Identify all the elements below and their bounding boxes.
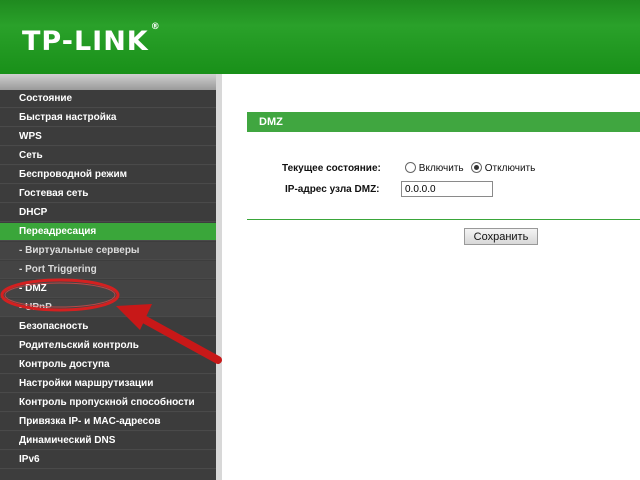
sidebar-item-ipv6[interactable]: IPv6 [0,451,220,469]
enable-radio[interactable] [405,162,416,173]
sidebar-item-status[interactable]: Состояние [0,90,220,108]
sidebar-item-guest-network[interactable]: Гостевая сеть [0,185,220,203]
sidebar-item-security[interactable]: Безопасность [0,318,220,336]
sidebar-item-wps[interactable]: WPS [0,128,220,146]
sidebar-item-ddns[interactable]: Динамический DNS [0,432,220,450]
dmz-ip-label: IP-адрес узла DMZ: [285,184,380,195]
sidebar-item-dhcp[interactable]: DHCP [0,204,220,222]
header-banner: TP-LINK ® [0,0,640,74]
sidebar-top-strip [0,74,220,90]
dmz-ip-input[interactable]: 0.0.0.0 [401,181,493,197]
sidebar-item-ip-mac-binding[interactable]: Привязка IP- и MAC-адресов [0,413,220,431]
disable-label: Отключить [484,163,536,175]
sidebar-item-quick-setup[interactable]: Быстрая настройка [0,109,220,127]
disable-radio[interactable] [471,162,482,173]
main-content: DMZ Текущее состояние: Включить Отключит… [222,74,640,480]
sidebar-item-bandwidth-control[interactable]: Контроль пропускной способности [0,394,220,412]
sidebar: Состояние Быстрая настройка WPS Сеть Бес… [0,74,220,480]
sidebar-item-wireless[interactable]: Беспроводной режим [0,166,220,184]
enable-label: Включить [418,163,464,175]
sidebar-item-routing[interactable]: Настройки маршрутизации [0,375,220,393]
divider [247,219,640,220]
sidebar-item-access-control[interactable]: Контроль доступа [0,356,220,374]
sidebar-subitem-upnp[interactable]: - UPnP [0,299,220,317]
sidebar-item-network[interactable]: Сеть [0,147,220,165]
sidebar-subitem-virtual-servers[interactable]: - Виртуальные серверы [0,242,220,260]
page-title: DMZ [247,112,640,132]
sidebar-item-forwarding[interactable]: Переадресация [0,223,220,241]
disable-radio-option[interactable]: Отключить [471,162,536,175]
sidebar-item-parental-control[interactable]: Родительский контроль [0,337,220,355]
enable-radio-option[interactable]: Включить [405,162,464,175]
sidebar-subitem-dmz[interactable]: - DMZ [0,280,220,298]
tp-link-logo: TP-LINK ® [22,22,161,57]
status-label: Текущее состояние: [282,163,381,174]
sidebar-menu: Состояние Быстрая настройка WPS Сеть Бес… [0,90,220,469]
save-button[interactable]: Сохранить [464,228,538,245]
sidebar-subitem-port-triggering[interactable]: - Port Triggering [0,261,220,279]
